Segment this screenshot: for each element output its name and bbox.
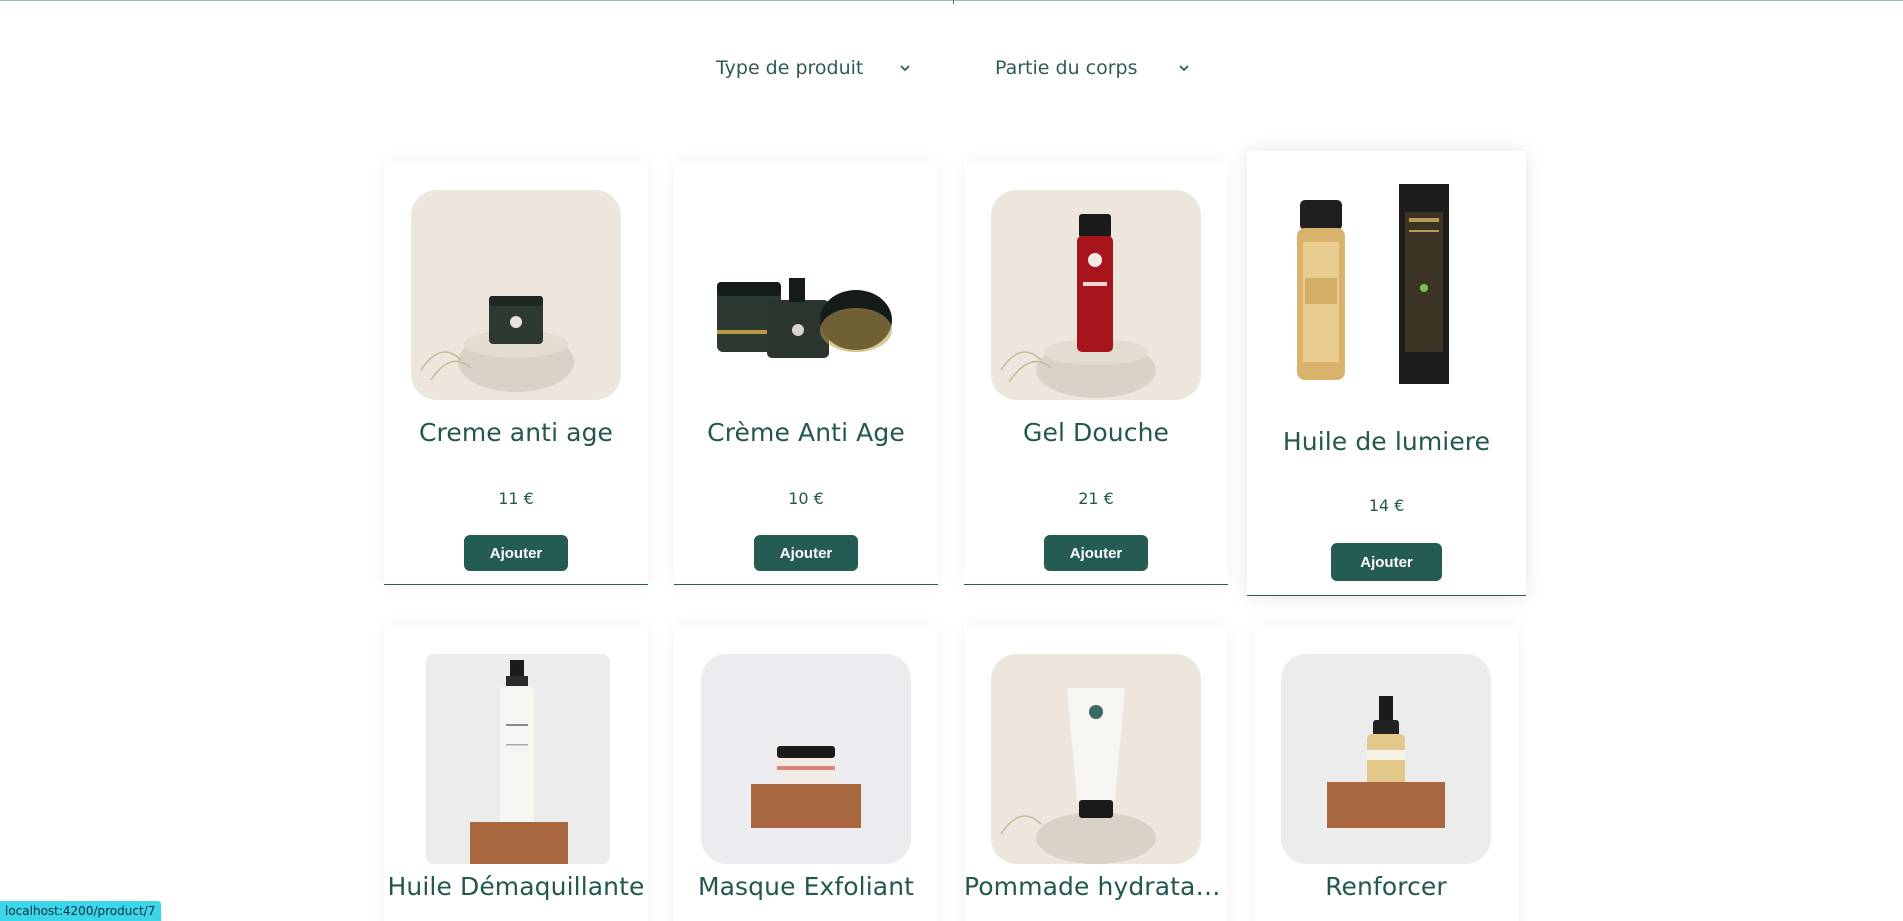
add-to-cart-button[interactable]: Ajouter xyxy=(754,535,858,571)
product-price: 21 € xyxy=(1078,489,1114,508)
chevron-down-icon xyxy=(1177,61,1191,75)
link-preview-status-bar: localhost:4200/product/7 xyxy=(0,901,162,921)
product-catalog-page: Type de produit Partie du corps Creme an… xyxy=(0,0,1903,921)
body-part-filter[interactable]: Partie du corps xyxy=(995,52,1191,84)
product-price: 14 € xyxy=(1368,496,1405,515)
product-name[interactable]: Huile de lumiere xyxy=(1247,427,1526,456)
product-image[interactable] xyxy=(701,654,911,864)
product-card[interactable]: Pommade hydratante xyxy=(964,625,1228,921)
product-price: 11 € xyxy=(498,489,534,508)
filter-bar: Type de produit Partie du corps xyxy=(0,52,1903,84)
add-to-cart-button[interactable]: Ajouter xyxy=(1044,535,1148,571)
product-type-filter-label: Type de produit xyxy=(716,57,864,79)
header-tick xyxy=(953,0,954,4)
product-card[interactable]: Gel Douche 21 € Ajouter xyxy=(964,161,1228,585)
product-type-filter[interactable]: Type de produit xyxy=(716,52,912,84)
product-name[interactable]: Pommade hydratante xyxy=(964,872,1228,901)
product-image[interactable] xyxy=(1281,178,1494,393)
product-image[interactable] xyxy=(1281,654,1491,864)
product-name[interactable]: Gel Douche xyxy=(964,418,1228,447)
product-card[interactable]: Crème Anti Age 10 € Ajouter xyxy=(674,161,938,585)
body-part-filter-label: Partie du corps xyxy=(995,57,1138,79)
header-divider xyxy=(0,0,1903,1)
product-price: 10 € xyxy=(788,489,824,508)
product-image[interactable] xyxy=(991,654,1201,864)
product-card[interactable]: Masque Exfoliant xyxy=(674,625,938,921)
product-name[interactable]: Crème Anti Age xyxy=(674,418,938,447)
product-card[interactable]: Huile de lumiere 14 € Ajouter xyxy=(1247,151,1526,596)
product-card[interactable]: Renforcer xyxy=(1254,625,1518,921)
add-to-cart-button[interactable]: Ajouter xyxy=(464,535,568,571)
product-image[interactable] xyxy=(701,190,911,400)
product-card[interactable]: Huile Démaquillante xyxy=(384,625,648,921)
add-to-cart-button[interactable]: Ajouter xyxy=(1331,543,1442,581)
product-name[interactable]: Creme anti age xyxy=(384,418,648,447)
product-image[interactable] xyxy=(426,654,610,864)
product-name[interactable]: Masque Exfoliant xyxy=(674,872,938,901)
product-name[interactable]: Huile Démaquillante xyxy=(384,872,648,901)
product-card[interactable]: Creme anti age 11 € Ajouter xyxy=(384,161,648,585)
product-name[interactable]: Renforcer xyxy=(1254,872,1518,901)
product-image[interactable] xyxy=(411,190,621,400)
product-image[interactable] xyxy=(991,190,1201,400)
chevron-down-icon xyxy=(898,61,912,75)
